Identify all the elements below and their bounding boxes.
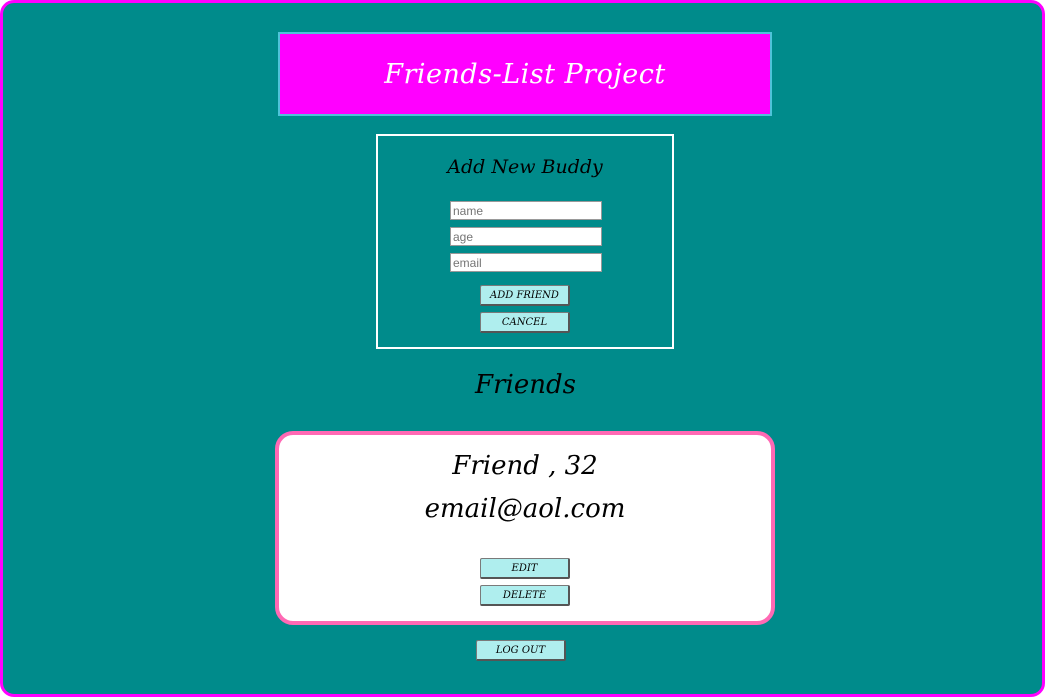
email-input[interactable]	[450, 253, 602, 272]
add-buddy-form: Add New Buddy ADD FRIEND CANCEL	[376, 134, 674, 349]
friend-card: Friend , 32 email@aol.com EDIT DELETE	[275, 431, 775, 625]
name-input[interactable]	[450, 201, 602, 220]
age-input[interactable]	[450, 227, 602, 246]
friends-heading: Friends	[475, 370, 576, 400]
friend-email: email@aol.com	[424, 494, 626, 524]
form-title: Add New Buddy	[447, 156, 603, 178]
app-frame: Friends-List Project Add New Buddy ADD F…	[0, 0, 1045, 697]
friend-name-age: Friend , 32	[452, 451, 598, 481]
cancel-button[interactable]: CANCEL	[480, 312, 570, 333]
edit-button[interactable]: EDIT	[480, 558, 570, 579]
add-friend-button[interactable]: ADD FRIEND	[480, 285, 570, 306]
delete-button[interactable]: DELETE	[480, 585, 570, 606]
page-header: Friends-List Project	[278, 32, 772, 116]
logout-button[interactable]: LOG OUT	[476, 640, 566, 661]
page-title: Friends-List Project	[384, 58, 666, 90]
